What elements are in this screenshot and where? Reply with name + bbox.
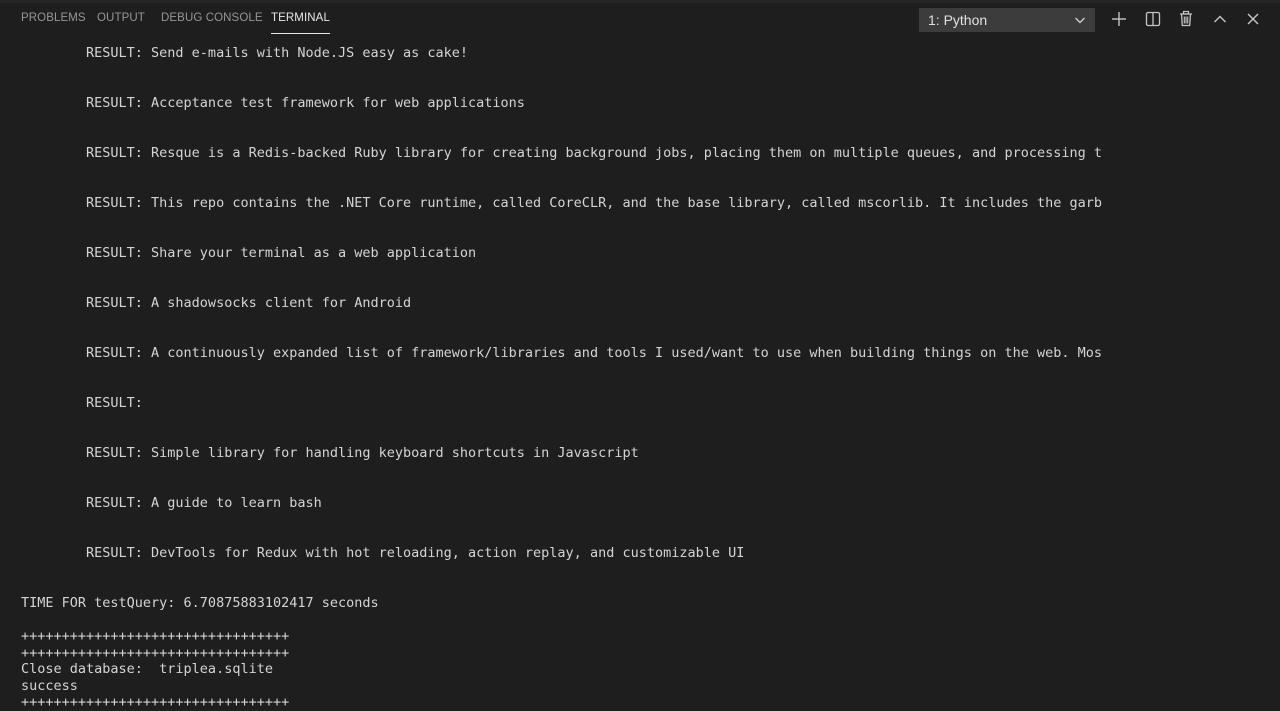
- result-line: RESULT: Acceptance test framework for we…: [21, 95, 525, 111]
- result-line: RESULT: Share your terminal as a web app…: [21, 245, 477, 261]
- terminal-output[interactable]: RESULT: Send e-mails with Node.JS easy a…: [0, 0, 1280, 711]
- separator-line: +++++++++++++++++++++++++++++++++: [21, 645, 290, 661]
- result-line: RESULT: This repo contains the .NET Core…: [21, 195, 1102, 211]
- result-line: RESULT: Simple library for handling keyb…: [21, 445, 639, 461]
- close-database-line: Close database: triplea.sqlite: [21, 661, 273, 677]
- result-line: RESULT: A continuously expanded list of …: [21, 345, 1102, 361]
- separator-line: +++++++++++++++++++++++++++++++++: [21, 694, 290, 710]
- result-line: RESULT: A guide to learn bash: [21, 495, 322, 511]
- result-line: RESULT: DevTools for Redux with hot relo…: [21, 545, 745, 561]
- timing-line: TIME FOR testQuery: 6.70875883102417 sec…: [21, 595, 379, 611]
- result-line: RESULT: Resque is a Redis-backed Ruby li…: [21, 145, 1102, 161]
- status-line: success: [21, 678, 78, 694]
- result-line: RESULT:: [21, 395, 143, 411]
- result-line: RESULT: A shadowsocks client for Android: [21, 295, 412, 311]
- separator-line: +++++++++++++++++++++++++++++++++: [21, 628, 290, 644]
- result-line: RESULT: Send e-mails with Node.JS easy a…: [21, 45, 469, 61]
- terminal-panel: PROBLEMS OUTPUT DEBUG CONSOLE TERMINAL 1…: [0, 0, 1280, 711]
